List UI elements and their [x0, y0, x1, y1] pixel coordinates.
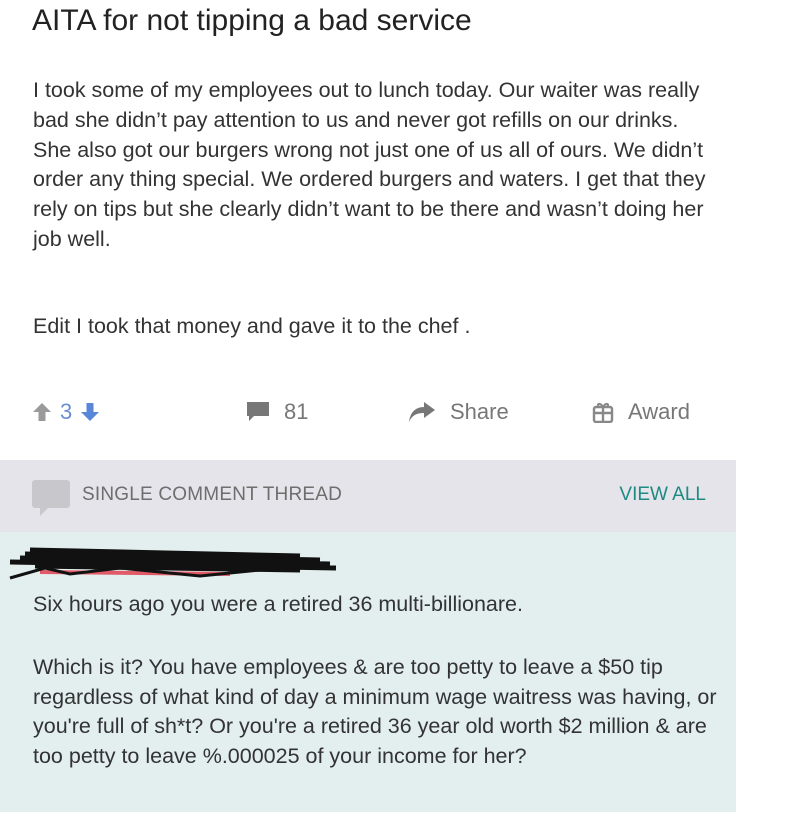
post-body: I took some of my employees out to lunch… [33, 76, 713, 255]
comment-count: 81 [284, 399, 309, 424]
upvote-arrow-icon[interactable] [32, 402, 52, 422]
share-label: Share [450, 399, 509, 424]
thread-header: SINGLE COMMENT THREAD VIEW ALL [0, 460, 736, 532]
award-button[interactable]: Award [592, 392, 690, 432]
share-arrow-icon [409, 402, 435, 422]
award-label: Award [628, 399, 690, 424]
post-edit-note: Edit I took that money and gave it to th… [33, 314, 471, 338]
redacted-username-scribble [9, 547, 337, 580]
comment-bubble-icon [32, 480, 70, 516]
single-comment-thread: SINGLE COMMENT THREAD VIEW ALL Six hours… [0, 460, 736, 812]
downvote-arrow-icon[interactable] [80, 402, 100, 422]
post-action-bar: 3 81 Share Award [0, 392, 800, 432]
award-gift-icon [592, 403, 614, 423]
comment-line-1: Six hours ago you were a retired 36 mult… [33, 592, 523, 616]
vote-control: 3 [32, 392, 100, 432]
comment-body: Which is it? You have employees & are to… [33, 653, 723, 772]
comment-line-2: Which is it? You have employees & are to… [33, 655, 717, 769]
thread-label: SINGLE COMMENT THREAD [82, 484, 343, 505]
view-all-link[interactable]: VIEW ALL [619, 484, 706, 506]
vote-count: 3 [60, 399, 73, 424]
post-title[interactable]: AITA for not tipping a bad service [32, 4, 472, 38]
post-body-text: I took some of my employees out to lunch… [33, 78, 706, 251]
comment-bubble-icon [247, 402, 269, 421]
comments-button[interactable]: 81 [246, 392, 308, 432]
share-button[interactable]: Share [408, 392, 509, 432]
